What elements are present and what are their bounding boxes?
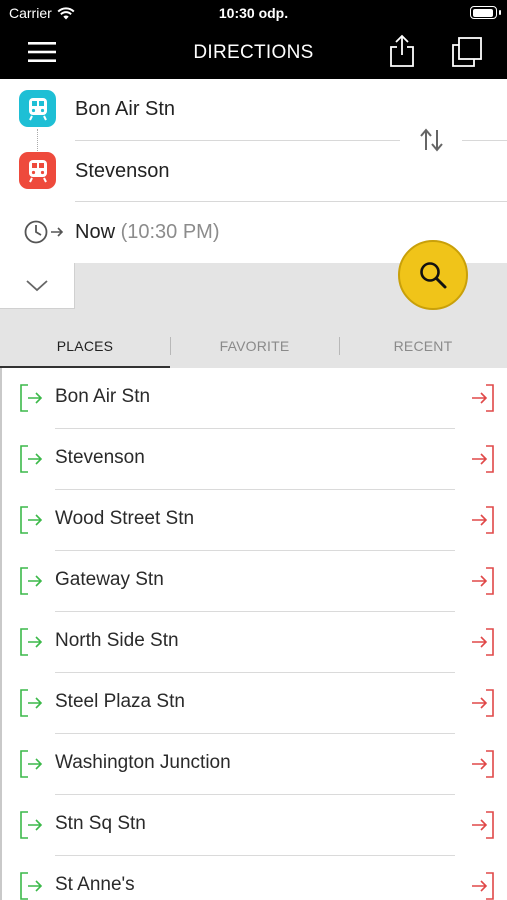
set-origin-icon[interactable] xyxy=(19,444,45,474)
divider xyxy=(462,140,507,141)
destination-station-badge xyxy=(19,152,56,189)
route-panel: Bon Air Stn Stevenson Now (10:30 PM) xyxy=(0,79,507,263)
place-name: North Side Stn xyxy=(55,630,179,651)
divider xyxy=(75,140,400,141)
set-destination-icon[interactable] xyxy=(469,871,495,900)
list-item[interactable]: Stevenson xyxy=(2,429,507,490)
set-origin-icon[interactable] xyxy=(19,749,45,779)
place-name: Washington Junction xyxy=(55,752,231,773)
battery-icon xyxy=(470,6,501,19)
chevron-down-icon xyxy=(26,279,48,291)
place-name: Stn Sq Stn xyxy=(55,813,146,834)
place-name: Wood Street Stn xyxy=(55,508,195,529)
tab-favorite[interactable]: FAVORITE xyxy=(170,331,339,368)
time-value: (10:30 PM) xyxy=(120,221,220,243)
swap-icon[interactable] xyxy=(418,126,446,154)
list-item[interactable]: Steel Plaza Stn xyxy=(2,673,507,734)
route-connector xyxy=(37,129,38,151)
origin-station-badge xyxy=(19,90,56,127)
list-item[interactable]: Gateway Stn xyxy=(2,551,507,612)
set-origin-icon[interactable] xyxy=(19,810,45,840)
set-origin-icon[interactable] xyxy=(19,871,45,900)
departure-time-field[interactable]: Now (10:30 PM) xyxy=(75,221,220,244)
top-bar: Carrier 10:30 odp. DIRECTIONS xyxy=(0,0,507,79)
set-destination-icon[interactable] xyxy=(469,505,495,535)
tab-recent[interactable]: RECENT xyxy=(339,331,507,368)
share-icon[interactable] xyxy=(388,34,416,68)
set-origin-icon[interactable] xyxy=(19,505,45,535)
time-label: Now xyxy=(75,221,116,243)
place-name: St Anne's xyxy=(55,874,135,895)
set-destination-icon[interactable] xyxy=(469,566,495,596)
set-destination-icon[interactable] xyxy=(469,810,495,840)
set-destination-icon[interactable] xyxy=(469,749,495,779)
set-destination-icon[interactable] xyxy=(469,688,495,718)
search-icon xyxy=(420,262,447,289)
page-title: DIRECTIONS xyxy=(193,42,314,63)
list-item[interactable]: Stn Sq Stn xyxy=(2,795,507,856)
destination-field[interactable]: Stevenson xyxy=(75,160,170,183)
train-icon xyxy=(28,159,47,182)
place-name: Gateway Stn xyxy=(55,569,164,590)
status-time: 10:30 odp. xyxy=(218,5,289,21)
place-name: Steel Plaza Stn xyxy=(55,691,185,712)
tab-places[interactable]: PLACES xyxy=(0,331,170,368)
list-item[interactable]: Washington Junction xyxy=(2,734,507,795)
set-destination-icon[interactable] xyxy=(469,627,495,657)
collapse-button[interactable] xyxy=(0,263,75,309)
train-icon xyxy=(28,97,47,120)
list-item[interactable]: North Side Stn xyxy=(2,612,507,673)
list-item[interactable]: Bon Air Stn xyxy=(2,368,507,429)
list-item[interactable]: St Anne's xyxy=(2,856,507,900)
divider xyxy=(75,201,507,202)
set-origin-icon[interactable] xyxy=(19,627,45,657)
set-origin-icon[interactable] xyxy=(19,566,45,596)
places-list: Bon Air Stn Stevenson Wood Street Stn Gatew… xyxy=(0,368,507,900)
origin-field[interactable]: Bon Air Stn xyxy=(75,98,175,121)
place-name: Stevenson xyxy=(55,447,145,468)
navigation-bar: DIRECTIONS xyxy=(0,28,507,79)
set-destination-icon[interactable] xyxy=(469,383,495,413)
tab-bar: PLACES FAVORITE RECENT xyxy=(0,331,507,368)
set-origin-icon[interactable] xyxy=(19,688,45,718)
list-item[interactable]: Wood Street Stn xyxy=(2,490,507,551)
place-name: Bon Air Stn xyxy=(55,386,151,407)
copy-icon[interactable] xyxy=(450,36,484,68)
clock-arrow-icon xyxy=(24,220,64,244)
search-button[interactable] xyxy=(398,240,468,310)
set-origin-icon[interactable] xyxy=(19,383,45,413)
status-bar: Carrier 10:30 odp. xyxy=(0,0,507,28)
set-destination-icon[interactable] xyxy=(469,444,495,474)
